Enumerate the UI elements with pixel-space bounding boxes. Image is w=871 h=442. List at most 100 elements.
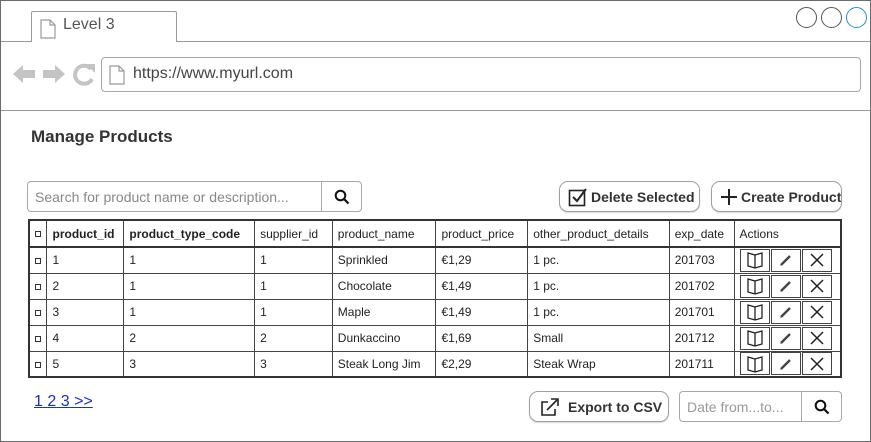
row-checkbox[interactable] — [28, 246, 48, 274]
browser-tab[interactable]: Level 3 — [31, 11, 177, 42]
maximize-button[interactable] — [821, 7, 842, 28]
view-button[interactable] — [739, 300, 770, 324]
table-row: 2 1 1 Chocolate €1,49 1 pc. 201702 — [28, 272, 842, 300]
table-cell: 4 — [46, 324, 125, 352]
table-cell: Dunkaccino — [331, 324, 437, 352]
view-button[interactable] — [739, 326, 770, 350]
table-row: 4 2 2 Dunkaccino €1,69 Small 201712 — [28, 324, 842, 352]
delete-selected-label: Delete Selected — [591, 188, 695, 205]
view-button[interactable] — [739, 274, 770, 298]
products-table: product_id product_type_code supplier_id… — [28, 219, 842, 378]
table-cell: 1 — [254, 246, 333, 274]
table-cell: 1 — [254, 298, 333, 326]
row-checkbox[interactable] — [28, 272, 48, 300]
book-icon — [746, 277, 764, 295]
table-cell: Maple — [331, 298, 437, 326]
divider — [1, 110, 871, 111]
create-product-button[interactable]: Create Product — [711, 181, 842, 212]
close-icon — [809, 356, 825, 372]
table-cell: 201711 — [668, 350, 735, 378]
table-cell: €1,49 — [435, 272, 529, 300]
pencil-icon — [778, 304, 794, 320]
table-cell: 1 pc. — [527, 298, 670, 326]
edit-button[interactable] — [770, 274, 801, 298]
view-button[interactable] — [739, 248, 770, 272]
table-cell: 3 — [254, 350, 333, 378]
table-cell: 2 — [254, 324, 333, 352]
select-all-checkbox[interactable] — [28, 219, 48, 248]
table-cell: €2,29 — [435, 350, 529, 378]
table-header-row: product_id product_type_code supplier_id… — [28, 219, 842, 248]
delete-button[interactable] — [801, 248, 832, 272]
pencil-icon — [778, 278, 794, 294]
column-header[interactable]: other_product_details — [527, 219, 670, 248]
column-header[interactable]: exp_date — [668, 219, 735, 248]
refresh-icon[interactable] — [71, 61, 97, 92]
forward-arrow-icon[interactable] — [41, 61, 67, 92]
row-actions — [733, 298, 842, 326]
close-icon — [809, 278, 825, 294]
delete-button[interactable] — [801, 274, 832, 298]
column-header[interactable]: product_price — [435, 219, 529, 248]
delete-button[interactable] — [801, 326, 832, 350]
row-checkbox[interactable] — [28, 324, 48, 352]
edit-button[interactable] — [770, 300, 801, 324]
page-icon — [108, 65, 126, 90]
table-cell: 1 — [123, 272, 256, 300]
row-actions — [733, 272, 842, 300]
view-button[interactable] — [739, 352, 770, 376]
table-cell: 1 — [123, 298, 256, 326]
table-cell: 201702 — [668, 272, 735, 300]
close-icon — [809, 304, 825, 320]
table-cell: 3 — [46, 298, 125, 326]
column-header[interactable]: supplier_id — [254, 219, 333, 248]
date-search-button[interactable] — [803, 392, 841, 421]
search-input[interactable] — [28, 182, 322, 211]
table-cell: €1,29 — [435, 246, 529, 274]
edit-button[interactable] — [770, 326, 801, 350]
table-cell: 1 pc. — [527, 246, 670, 274]
delete-button[interactable] — [801, 300, 832, 324]
search-icon — [814, 399, 830, 414]
row-checkbox[interactable] — [28, 350, 48, 378]
tab-strip-line — [177, 41, 871, 42]
search-icon — [334, 189, 350, 204]
table-cell: 1 pc. — [527, 272, 670, 300]
table-cell: 1 — [254, 272, 333, 300]
search-box — [27, 181, 362, 212]
date-range-input[interactable] — [680, 392, 802, 421]
column-header[interactable]: product_name — [331, 219, 437, 248]
delete-selected-button[interactable]: Delete Selected — [559, 181, 700, 212]
row-actions — [733, 350, 842, 378]
export-csv-button[interactable]: Export to CSV — [529, 391, 669, 422]
address-bar[interactable]: https://www.myurl.com — [101, 57, 861, 92]
page-link[interactable]: 2 — [47, 393, 56, 410]
delete-button[interactable] — [801, 352, 832, 376]
table-cell: Sprinkled — [331, 246, 437, 274]
back-arrow-icon[interactable] — [11, 61, 37, 92]
create-product-label: Create Product — [741, 188, 842, 205]
pagination: 1 2 3 >> — [34, 393, 93, 411]
export-icon — [540, 397, 560, 417]
next-page-link[interactable]: >> — [74, 393, 93, 410]
page-link[interactable]: 1 — [34, 393, 43, 410]
date-range-box — [679, 391, 842, 422]
close-icon — [809, 252, 825, 268]
page-link[interactable]: 3 — [61, 393, 70, 410]
close-window-button[interactable] — [846, 7, 867, 28]
column-header: Actions — [733, 219, 842, 248]
table-cell: Small — [527, 324, 670, 352]
minimize-button[interactable] — [796, 7, 817, 28]
edit-button[interactable] — [770, 352, 801, 376]
column-header[interactable]: product_id — [46, 219, 125, 248]
search-button[interactable] — [323, 182, 361, 211]
table-cell: 1 — [46, 246, 125, 274]
book-icon — [746, 251, 764, 269]
row-checkbox[interactable] — [28, 298, 48, 326]
edit-button[interactable] — [770, 248, 801, 272]
row-actions — [733, 324, 842, 352]
column-header[interactable]: product_type_code — [123, 219, 256, 248]
table-cell: 2 — [123, 324, 256, 352]
page-title: Manage Products — [31, 127, 173, 146]
table-row: 3 1 1 Maple €1,49 1 pc. 201701 — [28, 298, 842, 326]
